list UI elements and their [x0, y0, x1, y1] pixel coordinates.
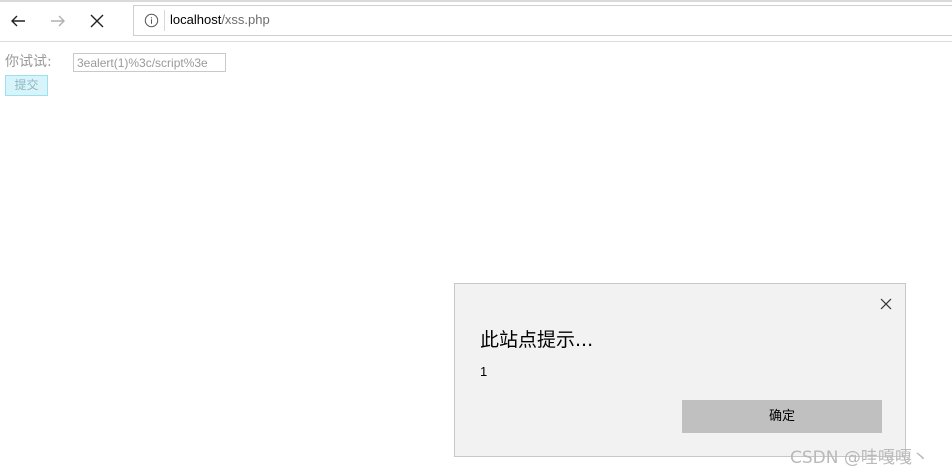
alert-dialog: 此站点提示... 1 确定	[454, 283, 906, 457]
submit-button[interactable]: 提交	[5, 75, 48, 96]
url-text[interactable]: localhost/xss.php	[170, 11, 270, 28]
tab-strip-edge	[0, 0, 952, 2]
address-separator	[164, 10, 165, 31]
stop-button[interactable]	[82, 6, 112, 36]
close-icon[interactable]	[879, 297, 893, 311]
close-icon	[90, 14, 104, 28]
form-label: 你试试:	[5, 54, 52, 70]
url-host: localhost	[170, 12, 222, 27]
dialog-title: 此站点提示...	[480, 329, 594, 351]
browser-window: localhost/xss.php 你试试: 提交 此站点提示... 1 确定 …	[0, 0, 952, 476]
forward-button[interactable]	[43, 6, 73, 36]
watermark: CSDN @哇嘎嘎丶	[790, 448, 929, 468]
url-path: /xss.php	[221, 12, 270, 27]
info-icon[interactable]	[144, 13, 159, 28]
payload-input[interactable]	[73, 53, 226, 72]
forward-arrow-icon	[51, 15, 65, 27]
back-arrow-icon	[11, 15, 25, 27]
dialog-message: 1	[480, 364, 488, 379]
browser-toolbar: localhost/xss.php	[0, 0, 952, 42]
back-button[interactable]	[3, 6, 33, 36]
ok-button[interactable]: 确定	[682, 400, 882, 433]
address-bar[interactable]: localhost/xss.php	[133, 5, 952, 36]
